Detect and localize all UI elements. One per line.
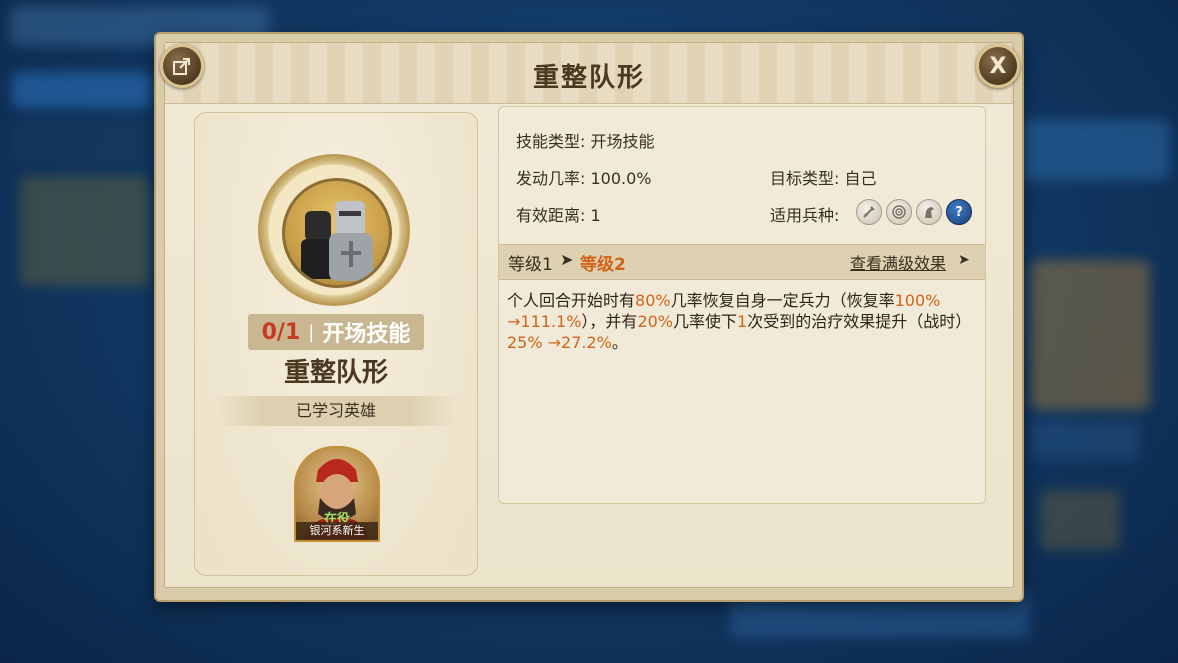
- target-type-value: 自己: [844, 169, 877, 188]
- desc-text: 个人回合开始时有: [507, 291, 636, 310]
- hero-name: 银河系新生: [296, 522, 378, 540]
- background-label: [1030, 420, 1140, 460]
- skill-type-row: 技能类型: 开场技能: [516, 128, 655, 152]
- bow-target-icon: [886, 199, 912, 225]
- level-arrow-icon: ➤: [560, 250, 574, 269]
- skill-description: 个人回合开始时有80%几率恢复自身一定兵力（恢复率100% →111.1%），并…: [507, 290, 977, 353]
- desc-highlight: 20%: [637, 312, 673, 331]
- close-button[interactable]: X: [976, 44, 1020, 88]
- skill-type-label: 技能类型:: [516, 132, 586, 151]
- desc-text: ），并有: [581, 312, 638, 331]
- skill-icon: [282, 178, 392, 288]
- share-icon: [173, 58, 190, 75]
- question-icon[interactable]: ?: [946, 199, 972, 225]
- range-value: 1: [590, 206, 601, 225]
- close-icon: X: [989, 53, 1007, 79]
- skill-type-value: 开场技能: [590, 132, 655, 151]
- trigger-rate-row: 发动几率: 100.0%: [516, 165, 652, 189]
- target-type-row: 目标类型: 自己: [770, 165, 877, 189]
- background-card: [20, 176, 150, 286]
- background-button: [12, 72, 152, 108]
- desc-highlight: 25% →27.2%: [507, 333, 612, 352]
- range-row: 有效距离: 1: [516, 202, 601, 226]
- share-button[interactable]: [160, 44, 204, 88]
- troop-type-row: 适用兵种:: [770, 202, 839, 226]
- skill-name: 重整队形: [283, 358, 388, 388]
- background-panel: [12, 120, 152, 164]
- skill-count-badge: 0/1 | 开场技能: [248, 314, 424, 350]
- badge-separator: |: [308, 321, 315, 343]
- title-bar: 重整队形: [165, 43, 1013, 104]
- background-portrait: [1030, 260, 1150, 410]
- background-item: [1040, 490, 1120, 550]
- troop-type-label: 适用兵种:: [770, 206, 840, 225]
- desc-highlight: 80%: [635, 291, 671, 310]
- view-max-level-link[interactable]: 查看满级效果: [850, 250, 946, 274]
- horse-icon: [916, 199, 942, 225]
- desc-text: 几率使下: [673, 312, 738, 331]
- desc-text: 几率恢复自身一定兵力（恢复率: [670, 291, 895, 310]
- background-tab: [1020, 120, 1170, 180]
- desc-text: 次受到的治疗效果提升（战时）: [747, 312, 972, 331]
- skill-type-badge: 开场技能: [322, 322, 411, 347]
- target-type-label: 目标类型:: [770, 169, 840, 188]
- max-level-arrow-icon[interactable]: ➤: [958, 252, 970, 268]
- desc-text: 。: [611, 333, 628, 352]
- trigger-rate-value: 100.0%: [590, 169, 652, 188]
- current-level: 等级1: [508, 255, 553, 275]
- sword-icon: [856, 199, 882, 225]
- soldiers-icon: [301, 201, 373, 281]
- trigger-rate-label: 发动几率:: [516, 169, 586, 188]
- range-label: 有效距离:: [516, 206, 586, 225]
- dialog-title: 重整队形: [532, 63, 645, 93]
- hero-card[interactable]: 在役 银河系新生: [294, 446, 380, 542]
- desc-highlight: 1: [737, 312, 748, 331]
- next-level: 等级2: [580, 255, 626, 275]
- learned-heroes-label: 已学习英雄: [214, 396, 458, 426]
- troop-icons: ?: [856, 199, 972, 225]
- learn-count: 0/1: [261, 319, 301, 345]
